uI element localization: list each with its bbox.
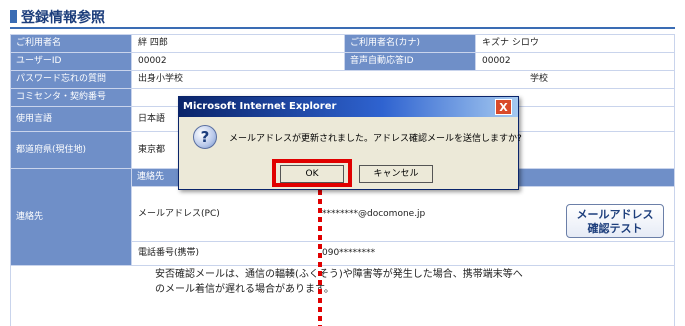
phone-label: 電話番号(携帯) xyxy=(132,242,674,265)
confirm-dialog: Microsoft Internet Explorer X ? メールアドレスが… xyxy=(178,96,522,190)
cancel-button[interactable]: キャンセル xyxy=(359,165,433,183)
name-label: ご利用者名 xyxy=(11,35,131,52)
name-value: 絆 四郎 xyxy=(132,35,344,52)
page-title: 登録情報参照 xyxy=(21,10,105,26)
title-underline xyxy=(10,27,675,29)
contact-label: 連絡先 xyxy=(11,169,131,265)
pw-question-value-right: 学校 xyxy=(530,74,549,84)
prefecture-label: 都道府県(現住地) xyxy=(11,132,131,168)
annotation-dotted-line xyxy=(318,190,322,326)
note-line-2: のメール着信が遅れる場合があります。 xyxy=(155,284,334,295)
ok-button[interactable]: OK xyxy=(280,165,344,183)
mail-confirm-test-button[interactable]: メールアドレス 確認テスト xyxy=(566,204,664,238)
mail-pc-value: ********@docomone.jp xyxy=(322,209,426,219)
note-line-1: 安否確認メールは、通信の輻輳(ふくそう)や障害等が発生した場合、携帯端末等へ xyxy=(155,269,523,280)
close-icon[interactable]: X xyxy=(495,99,512,115)
pw-question-label: パスワード忘れの質問 xyxy=(11,71,131,88)
note-text: 安否確認メールは、通信の輻輳(ふくそう)や障害等が発生した場合、携帯端末等へ の… xyxy=(155,267,575,297)
user-id-label: ユーザーID xyxy=(11,53,131,70)
dialog-message: メールアドレスが更新されました。アドレス確認メールを送信しますか? xyxy=(229,134,522,144)
voice-id-value: 00002 xyxy=(476,53,674,70)
phone-value: 090******** xyxy=(322,248,376,258)
dialog-title: Microsoft Internet Explorer xyxy=(179,97,518,117)
title-marker xyxy=(10,10,17,23)
pw-question-value: 出身小学校 xyxy=(132,71,674,88)
kana-label: ご利用者名(カナ) xyxy=(345,35,475,52)
voice-id-label: 音声自動応答ID xyxy=(345,53,475,70)
question-icon: ? xyxy=(193,125,217,149)
mail-test-line2: 確認テスト xyxy=(587,222,643,235)
tel-code-label: コミセンタ・契約番号 xyxy=(11,89,131,106)
mail-test-line1: メールアドレス xyxy=(576,208,654,221)
kana-value: キズナ シロウ xyxy=(476,35,674,52)
user-id-value: 00002 xyxy=(132,53,344,70)
language-label: 使用言語 xyxy=(11,107,131,131)
